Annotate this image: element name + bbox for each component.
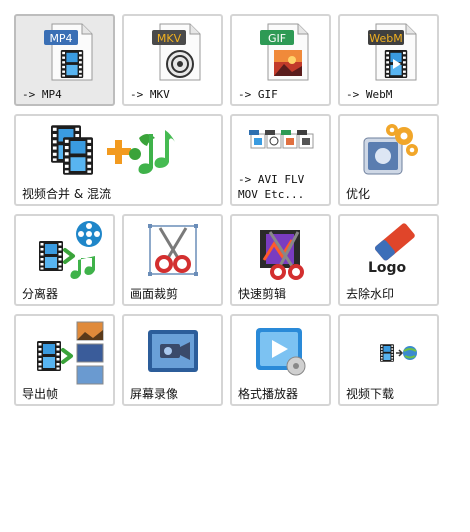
tile-export-frames[interactable]: 导出帧	[14, 314, 115, 406]
tile-label: 导出帧	[22, 387, 59, 401]
tile-label: -> AVI FLV MOV Etc...	[238, 173, 305, 201]
tile-label: 视频下载	[346, 387, 395, 401]
mkv-badge-text: MKV	[156, 32, 181, 45]
tile-crop[interactable]: 画面裁剪	[122, 214, 223, 306]
tile-label: -> MP4	[22, 88, 62, 101]
optimize-gears-icon	[340, 120, 437, 192]
tile-label: -> MKV	[130, 88, 170, 101]
webm-file-icon: WebM	[340, 20, 437, 92]
tile-label: 优化	[346, 187, 371, 201]
mkv-file-icon: MKV	[124, 20, 221, 92]
tile-splitter[interactable]: 分离器	[14, 214, 115, 306]
tile-label: 分离器	[22, 287, 59, 301]
tile-convert-gif[interactable]: GIF -> GIF	[230, 14, 331, 106]
tile-label: 屏幕录像	[130, 387, 179, 401]
tile-convert-mp4[interactable]: MP4 -> MP4	[14, 14, 115, 106]
tile-label: -> WebM	[346, 88, 393, 101]
tile-label: 视频合并 & 混流	[22, 187, 111, 201]
gif-badge-text: GIF	[267, 32, 285, 45]
gif-file-icon: GIF	[232, 20, 329, 92]
tile-optimize[interactable]: 优化	[338, 114, 439, 206]
tile-convert-other[interactable]: -> AVI FLV MOV Etc...	[230, 114, 331, 206]
export-frames-icon	[16, 320, 113, 392]
mp4-file-icon: MP4	[16, 20, 113, 92]
tile-video-download[interactable]: 视频下载	[338, 314, 439, 406]
tile-label: 画面裁剪	[130, 287, 179, 301]
screen-record-icon	[124, 320, 221, 392]
tile-merge-mux[interactable]: 视频合并 & 混流	[14, 114, 223, 206]
tile-convert-webm[interactable]: WebM -> WebM	[338, 14, 439, 106]
tile-remove-watermark[interactable]: Logo 去除水印	[338, 214, 439, 306]
eraser-logo-icon: Logo	[340, 220, 437, 292]
crop-scissors-icon	[124, 220, 221, 292]
tile-label: 去除水印	[346, 287, 395, 301]
splitter-icon	[16, 220, 113, 292]
quick-cut-icon	[232, 220, 329, 292]
tile-label: 格式播放器	[238, 387, 299, 401]
tile-player[interactable]: 格式播放器	[230, 314, 331, 406]
tile-screen-record[interactable]: 屏幕录像	[122, 314, 223, 406]
webm-badge-text: WebM	[369, 32, 402, 45]
merge-film-music-icon	[16, 120, 221, 192]
video-download-icon	[340, 320, 437, 392]
tile-label: -> GIF	[238, 88, 278, 101]
mp4-badge-text: MP4	[49, 32, 72, 45]
tile-quick-cut[interactable]: 快速剪辑	[230, 214, 331, 306]
logo-text: Logo	[368, 260, 407, 276]
tile-convert-mkv[interactable]: MKV -> MKV	[122, 14, 223, 106]
player-icon	[232, 320, 329, 392]
tile-label: 快速剪辑	[238, 287, 287, 301]
